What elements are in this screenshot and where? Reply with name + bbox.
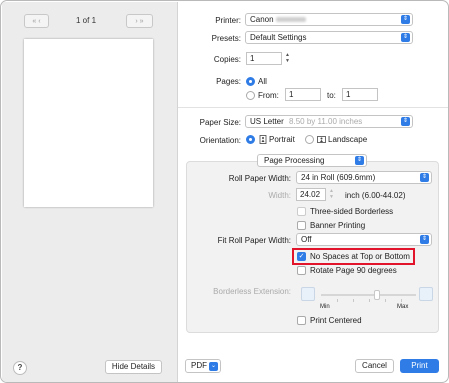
- section-select[interactable]: Page Processing ⇕: [257, 154, 367, 167]
- printer-value: Canon: [250, 15, 274, 24]
- roll-paper-width-label: Roll Paper Width:: [228, 174, 291, 183]
- printer-select[interactable]: Canon ⇕: [245, 13, 413, 26]
- pages-label: Pages:: [216, 77, 241, 86]
- borderless-slider-knob[interactable]: [374, 290, 380, 300]
- no-spaces-label: No Spaces at Top or Bottom: [310, 252, 410, 261]
- slider-tick: [337, 299, 338, 302]
- paper-size-select[interactable]: US Letter 8.50 by 11.00 inches ⇕: [245, 115, 413, 128]
- slider-max-label: Max: [397, 304, 409, 310]
- landscape-icon: [317, 136, 326, 143]
- slider-min-label: Min: [320, 304, 330, 310]
- page-preview: [24, 39, 153, 207]
- chevron-updown-icon: ⇕: [355, 156, 364, 165]
- divider: [178, 107, 448, 108]
- print-centered-label: Print Centered: [310, 316, 362, 325]
- copies-stepper[interactable]: ▲ ▼: [284, 52, 291, 64]
- cancel-button[interactable]: Cancel: [355, 359, 394, 373]
- pages-from-label: From:: [258, 91, 279, 100]
- slider-tick: [353, 299, 354, 302]
- next-page-icon[interactable]: › »: [135, 18, 143, 25]
- pages-to-field[interactable]: 1: [342, 88, 378, 101]
- presets-label: Presets:: [211, 34, 241, 43]
- three-sided-checkbox[interactable]: [297, 207, 306, 216]
- banner-printing-label: Banner Printing: [310, 221, 366, 230]
- pdf-menu-button[interactable]: PDF ⌄: [185, 359, 221, 373]
- chevron-updown-icon: ⇕: [401, 33, 410, 42]
- three-sided-label: Three-sided Borderless: [310, 207, 394, 216]
- width-unit-hint: inch (6.00-44.02): [345, 191, 406, 200]
- rotate-page-checkbox[interactable]: [297, 266, 306, 275]
- borderless-max-icon: [419, 287, 433, 301]
- no-spaces-checkbox[interactable]: ✓: [297, 252, 306, 261]
- orientation-portrait-radio[interactable]: [246, 135, 255, 144]
- copies-label: Copies:: [213, 55, 241, 64]
- fit-roll-value: Off: [301, 235, 312, 244]
- orientation-landscape-radio[interactable]: [305, 135, 314, 144]
- width-field[interactable]: 24.02: [296, 188, 326, 201]
- hide-details-button[interactable]: Hide Details: [105, 360, 162, 374]
- help-button[interactable]: ?: [13, 361, 27, 375]
- copies-field[interactable]: 1: [246, 52, 282, 65]
- paper-size-dims: 8.50 by 11.00 inches: [289, 117, 363, 126]
- landscape-label: Landscape: [328, 135, 368, 144]
- roll-paper-width-select[interactable]: 24 in Roll (609.6mm) ⇕: [296, 171, 432, 184]
- paper-size-label: Paper Size:: [199, 118, 241, 127]
- slider-tick: [369, 299, 370, 302]
- presets-value: Default Settings: [250, 33, 307, 42]
- slider-tick: [401, 299, 402, 302]
- borderless-slider-track[interactable]: [321, 294, 416, 296]
- pages-all-label: All: [258, 77, 267, 86]
- prev-page-icon[interactable]: « ‹: [32, 18, 40, 25]
- section-value: Page Processing: [264, 156, 325, 165]
- print-button[interactable]: Print: [400, 359, 439, 373]
- presets-select[interactable]: Default Settings ⇕: [245, 31, 413, 44]
- width-label: Width:: [268, 191, 291, 200]
- chevron-updown-icon: ⇕: [420, 235, 429, 244]
- width-stepper[interactable]: ▲ ▼: [328, 188, 335, 200]
- printer-model-redacted: [275, 17, 306, 23]
- chevron-updown-icon: ⇕: [401, 15, 410, 24]
- chevron-updown-icon: ⇕: [420, 173, 429, 182]
- slider-tick: [385, 299, 386, 302]
- next-page-buttons[interactable]: › »: [126, 14, 153, 28]
- print-dialog: « ‹ 1 of 1 › » ? Hide Details Printer: C…: [0, 0, 449, 383]
- paper-size-value: US Letter: [250, 117, 284, 126]
- pages-from-radio[interactable]: [246, 91, 255, 100]
- rotate-page-label: Rotate Page 90 degrees: [310, 266, 397, 275]
- pdf-label: PDF: [191, 361, 207, 370]
- chevron-updown-icon: ⇕: [401, 117, 410, 126]
- fit-roll-label: Fit Roll Paper Width:: [217, 236, 291, 245]
- portrait-icon: [259, 135, 267, 144]
- portrait-label: Portrait: [269, 135, 295, 144]
- pages-to-label: to:: [327, 91, 336, 100]
- pages-from-field[interactable]: 1: [285, 88, 321, 101]
- pages-all-radio[interactable]: [246, 77, 255, 86]
- borderless-ext-label: Borderless Extension:: [213, 287, 291, 296]
- prev-page-buttons[interactable]: « ‹: [24, 14, 49, 28]
- printer-label: Printer:: [215, 16, 241, 25]
- orientation-label: Orientation:: [199, 136, 241, 145]
- banner-printing-checkbox[interactable]: [297, 221, 306, 230]
- page-count: 1 of 1: [76, 16, 97, 25]
- borderless-min-icon: [301, 287, 315, 301]
- fit-roll-select[interactable]: Off ⇕: [296, 233, 432, 246]
- roll-paper-width-value: 24 in Roll (609.6mm): [301, 173, 376, 182]
- print-centered-checkbox[interactable]: [297, 316, 306, 325]
- chevron-down-icon: ⌄: [209, 362, 218, 371]
- preview-pane: « ‹ 1 of 1 › » ? Hide Details: [2, 2, 178, 382]
